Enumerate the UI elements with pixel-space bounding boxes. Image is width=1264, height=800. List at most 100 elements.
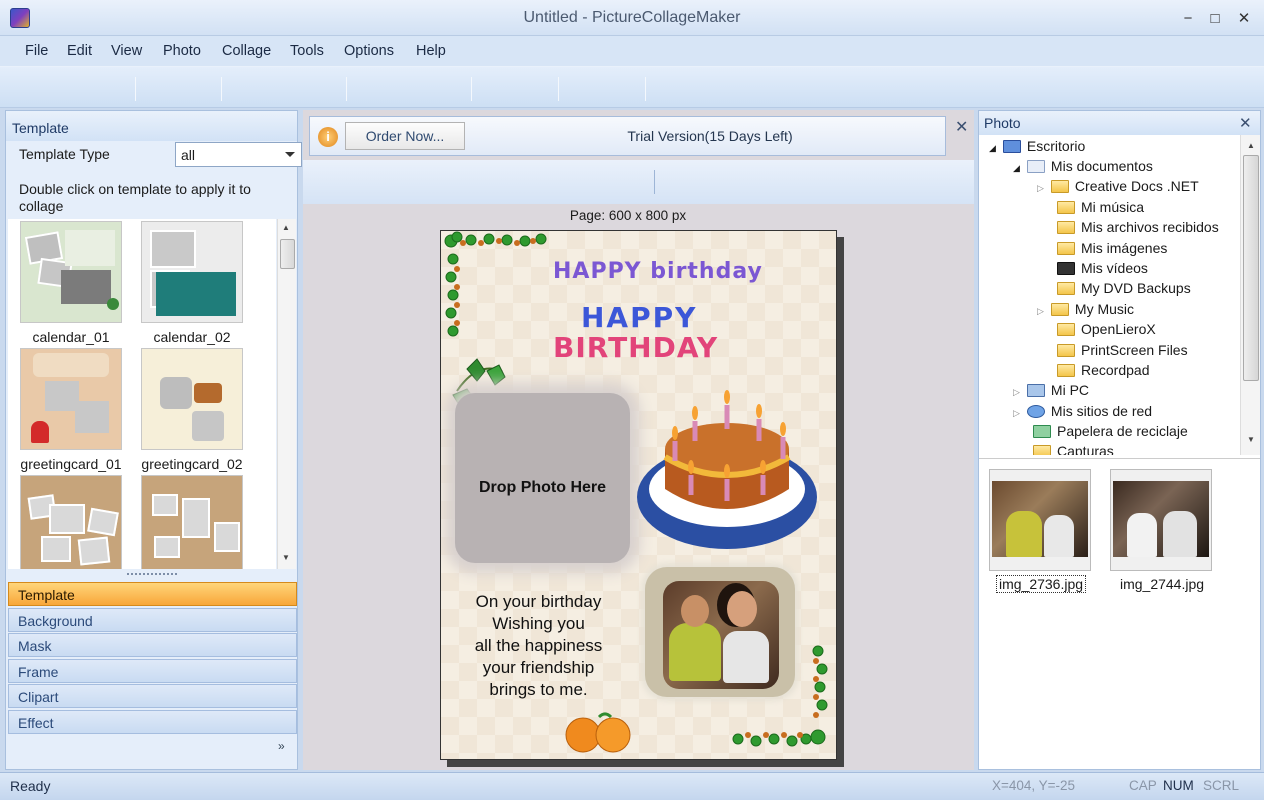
tree-node-dvd-backups[interactable]: My DVD Backups xyxy=(1057,280,1191,300)
photo-thumbnail-img-2744[interactable] xyxy=(1110,469,1212,571)
tree-node-mis-imagenes[interactable]: Mis imágenes xyxy=(1057,240,1167,260)
window-title: Untitled - PictureCollageMaker xyxy=(523,9,741,26)
scroll-down-icon[interactable]: ▼ xyxy=(1247,435,1255,444)
thumb-photo-slot xyxy=(87,507,119,537)
template-thumbnail-greetingcard-01[interactable] xyxy=(20,348,122,450)
tree-node-openlierox[interactable]: OpenLieroX xyxy=(1057,321,1156,341)
tree-node-label: Mis sitios de red xyxy=(1050,403,1153,419)
tree-node-printscreen[interactable]: PrintScreen Files xyxy=(1057,342,1188,362)
thumb-photo-slot xyxy=(192,411,224,441)
folder-icon xyxy=(1057,344,1075,357)
folder-icon xyxy=(1057,282,1075,295)
maximize-button[interactable]: □ xyxy=(1202,8,1228,30)
santa-icon xyxy=(31,421,49,443)
trial-close-icon[interactable]: ✕ xyxy=(955,117,968,137)
tab-effect[interactable]: Effect xyxy=(8,710,297,734)
happy-birthday-small-banner: HAPPY birthday xyxy=(553,259,763,284)
couple-photo xyxy=(663,581,779,689)
scroll-up-icon[interactable]: ▲ xyxy=(282,223,290,232)
tree-node-recordpad[interactable]: Recordpad xyxy=(1057,362,1150,382)
tree-node-papelera[interactable]: Papelera de reciclaje xyxy=(1033,423,1188,443)
splitter-grip[interactable] xyxy=(127,573,177,578)
photo-panel-close-icon[interactable]: ✕ xyxy=(1239,114,1252,132)
tree-node-my-music[interactable]: ▷ My Music xyxy=(1037,301,1134,321)
photo-filename[interactable]: img_2736.jpg xyxy=(979,575,1103,593)
menu-view[interactable]: View xyxy=(111,43,142,59)
tree-node-mis-documentos[interactable]: ◢ Mis documentos xyxy=(1013,158,1153,178)
template-thumbnail-calendar-01[interactable] xyxy=(20,221,122,323)
tree-node-label: My DVD Backups xyxy=(1081,280,1191,296)
expand-arrow-icon[interactable]: ▷ xyxy=(1037,306,1044,316)
template-thumbnail-calendar-02[interactable] xyxy=(141,221,243,323)
menu-file[interactable]: File xyxy=(25,43,48,59)
tree-node-capturas[interactable]: Capturas xyxy=(1033,443,1114,455)
more-tabs-chevron-icon[interactable]: » xyxy=(278,739,285,753)
scroll-up-icon[interactable]: ▲ xyxy=(1247,141,1255,150)
template-type-select[interactable]: all xyxy=(175,142,302,167)
template-thumbnail-greetingcard-02[interactable] xyxy=(141,348,243,450)
drop-photo-label: Drop Photo Here xyxy=(478,479,607,496)
thumb-photo-slot xyxy=(150,230,196,268)
thumb-calendar-grid xyxy=(61,270,111,304)
order-now-button[interactable]: Order Now... xyxy=(345,122,465,150)
tree-node-label: Capturas xyxy=(1057,443,1114,455)
template-scrollbar[interactable]: ▲ ▼ xyxy=(277,219,296,569)
thumb-photo-slot xyxy=(75,401,109,433)
tree-node-mi-musica[interactable]: Mi música xyxy=(1057,199,1144,219)
menu-bar: File Edit View Photo Collage Tools Optio… xyxy=(0,36,1264,66)
person-face xyxy=(681,595,709,627)
minimize-button[interactable]: − xyxy=(1175,8,1201,30)
photo-thumbnail-img-2736[interactable] xyxy=(989,469,1091,571)
menu-photo[interactable]: Photo xyxy=(163,43,201,59)
tab-frame[interactable]: Frame xyxy=(8,659,297,683)
tab-clipart[interactable]: Clipart xyxy=(8,684,297,708)
template-thumbnail[interactable] xyxy=(141,475,243,569)
photo-frame[interactable] xyxy=(645,567,795,697)
menu-tools[interactable]: Tools xyxy=(290,43,324,59)
person-shirt xyxy=(1127,513,1157,557)
scroll-thumb[interactable] xyxy=(280,239,295,269)
greeting-line: On your birthday xyxy=(475,592,602,611)
thumb-photo-slot xyxy=(160,377,192,409)
photo-panel: Photo ✕ ◢ Escritorio ◢ Mis documentos ▷ Cre… xyxy=(978,110,1261,770)
tree-node-mis-videos[interactable]: Mis vídeos xyxy=(1057,260,1148,280)
computer-icon xyxy=(1026,384,1045,397)
tree-node-escritorio[interactable]: ◢ Escritorio xyxy=(989,138,1085,158)
tree-node-sitios-red[interactable]: ▷ Mis sitios de red xyxy=(1013,403,1152,423)
close-button[interactable]: ✕ xyxy=(1231,8,1257,30)
collage-page[interactable]: HAPPY birthday HAPPY BIRTHDAY Drop Photo… xyxy=(440,230,837,760)
template-thumbnail[interactable] xyxy=(20,475,122,569)
tree-node-mis-archivos[interactable]: Mis archivos recibidos xyxy=(1057,219,1219,239)
documents-icon xyxy=(1026,160,1045,173)
tree-node-creative-docs[interactable]: ▷ Creative Docs .NET xyxy=(1037,178,1199,198)
title-bar: Untitled - PictureCollageMaker − □ ✕ xyxy=(0,0,1264,36)
tree-node-label: Mis imágenes xyxy=(1081,240,1168,256)
tab-background[interactable]: Background xyxy=(8,608,297,632)
photo-filename-label: img_2736.jpg xyxy=(995,575,1087,593)
tree-node-label: Papelera de reciclaje xyxy=(1057,423,1188,439)
expand-toggle-icon[interactable]: ◢ xyxy=(989,143,996,153)
recycle-bin-icon xyxy=(1033,425,1051,438)
person-shirt xyxy=(1006,511,1042,557)
menu-help[interactable]: Help xyxy=(416,43,446,59)
tree-node-mi-pc[interactable]: ▷ Mi PC xyxy=(1013,382,1089,402)
folder-icon xyxy=(1057,323,1075,336)
menu-edit[interactable]: Edit xyxy=(67,43,92,59)
photo-filename[interactable]: img_2744.jpg xyxy=(1100,576,1224,592)
menu-collage[interactable]: Collage xyxy=(222,43,271,59)
menu-options[interactable]: Options xyxy=(344,43,394,59)
tree-node-label: Mis documentos xyxy=(1050,158,1153,174)
tree-node-label: Mis vídeos xyxy=(1081,260,1148,276)
expand-arrow-icon[interactable]: ▷ xyxy=(1037,183,1044,193)
folder-tree-scrollbar[interactable]: ▲ ▼ xyxy=(1240,135,1260,455)
tab-mask[interactable]: Mask xyxy=(8,633,297,657)
caps-lock-indicator: CAP xyxy=(1129,778,1157,793)
expand-toggle-icon[interactable]: ◢ xyxy=(1013,163,1020,173)
scroll-down-icon[interactable]: ▼ xyxy=(282,553,290,562)
tab-template[interactable]: Template xyxy=(8,582,297,606)
photo-drop-zone[interactable] xyxy=(455,393,630,563)
scroll-thumb[interactable] xyxy=(1243,155,1259,381)
expand-arrow-icon[interactable]: ▷ xyxy=(1013,387,1020,397)
toolbar-separator xyxy=(654,170,655,194)
expand-arrow-icon[interactable]: ▷ xyxy=(1013,408,1020,418)
